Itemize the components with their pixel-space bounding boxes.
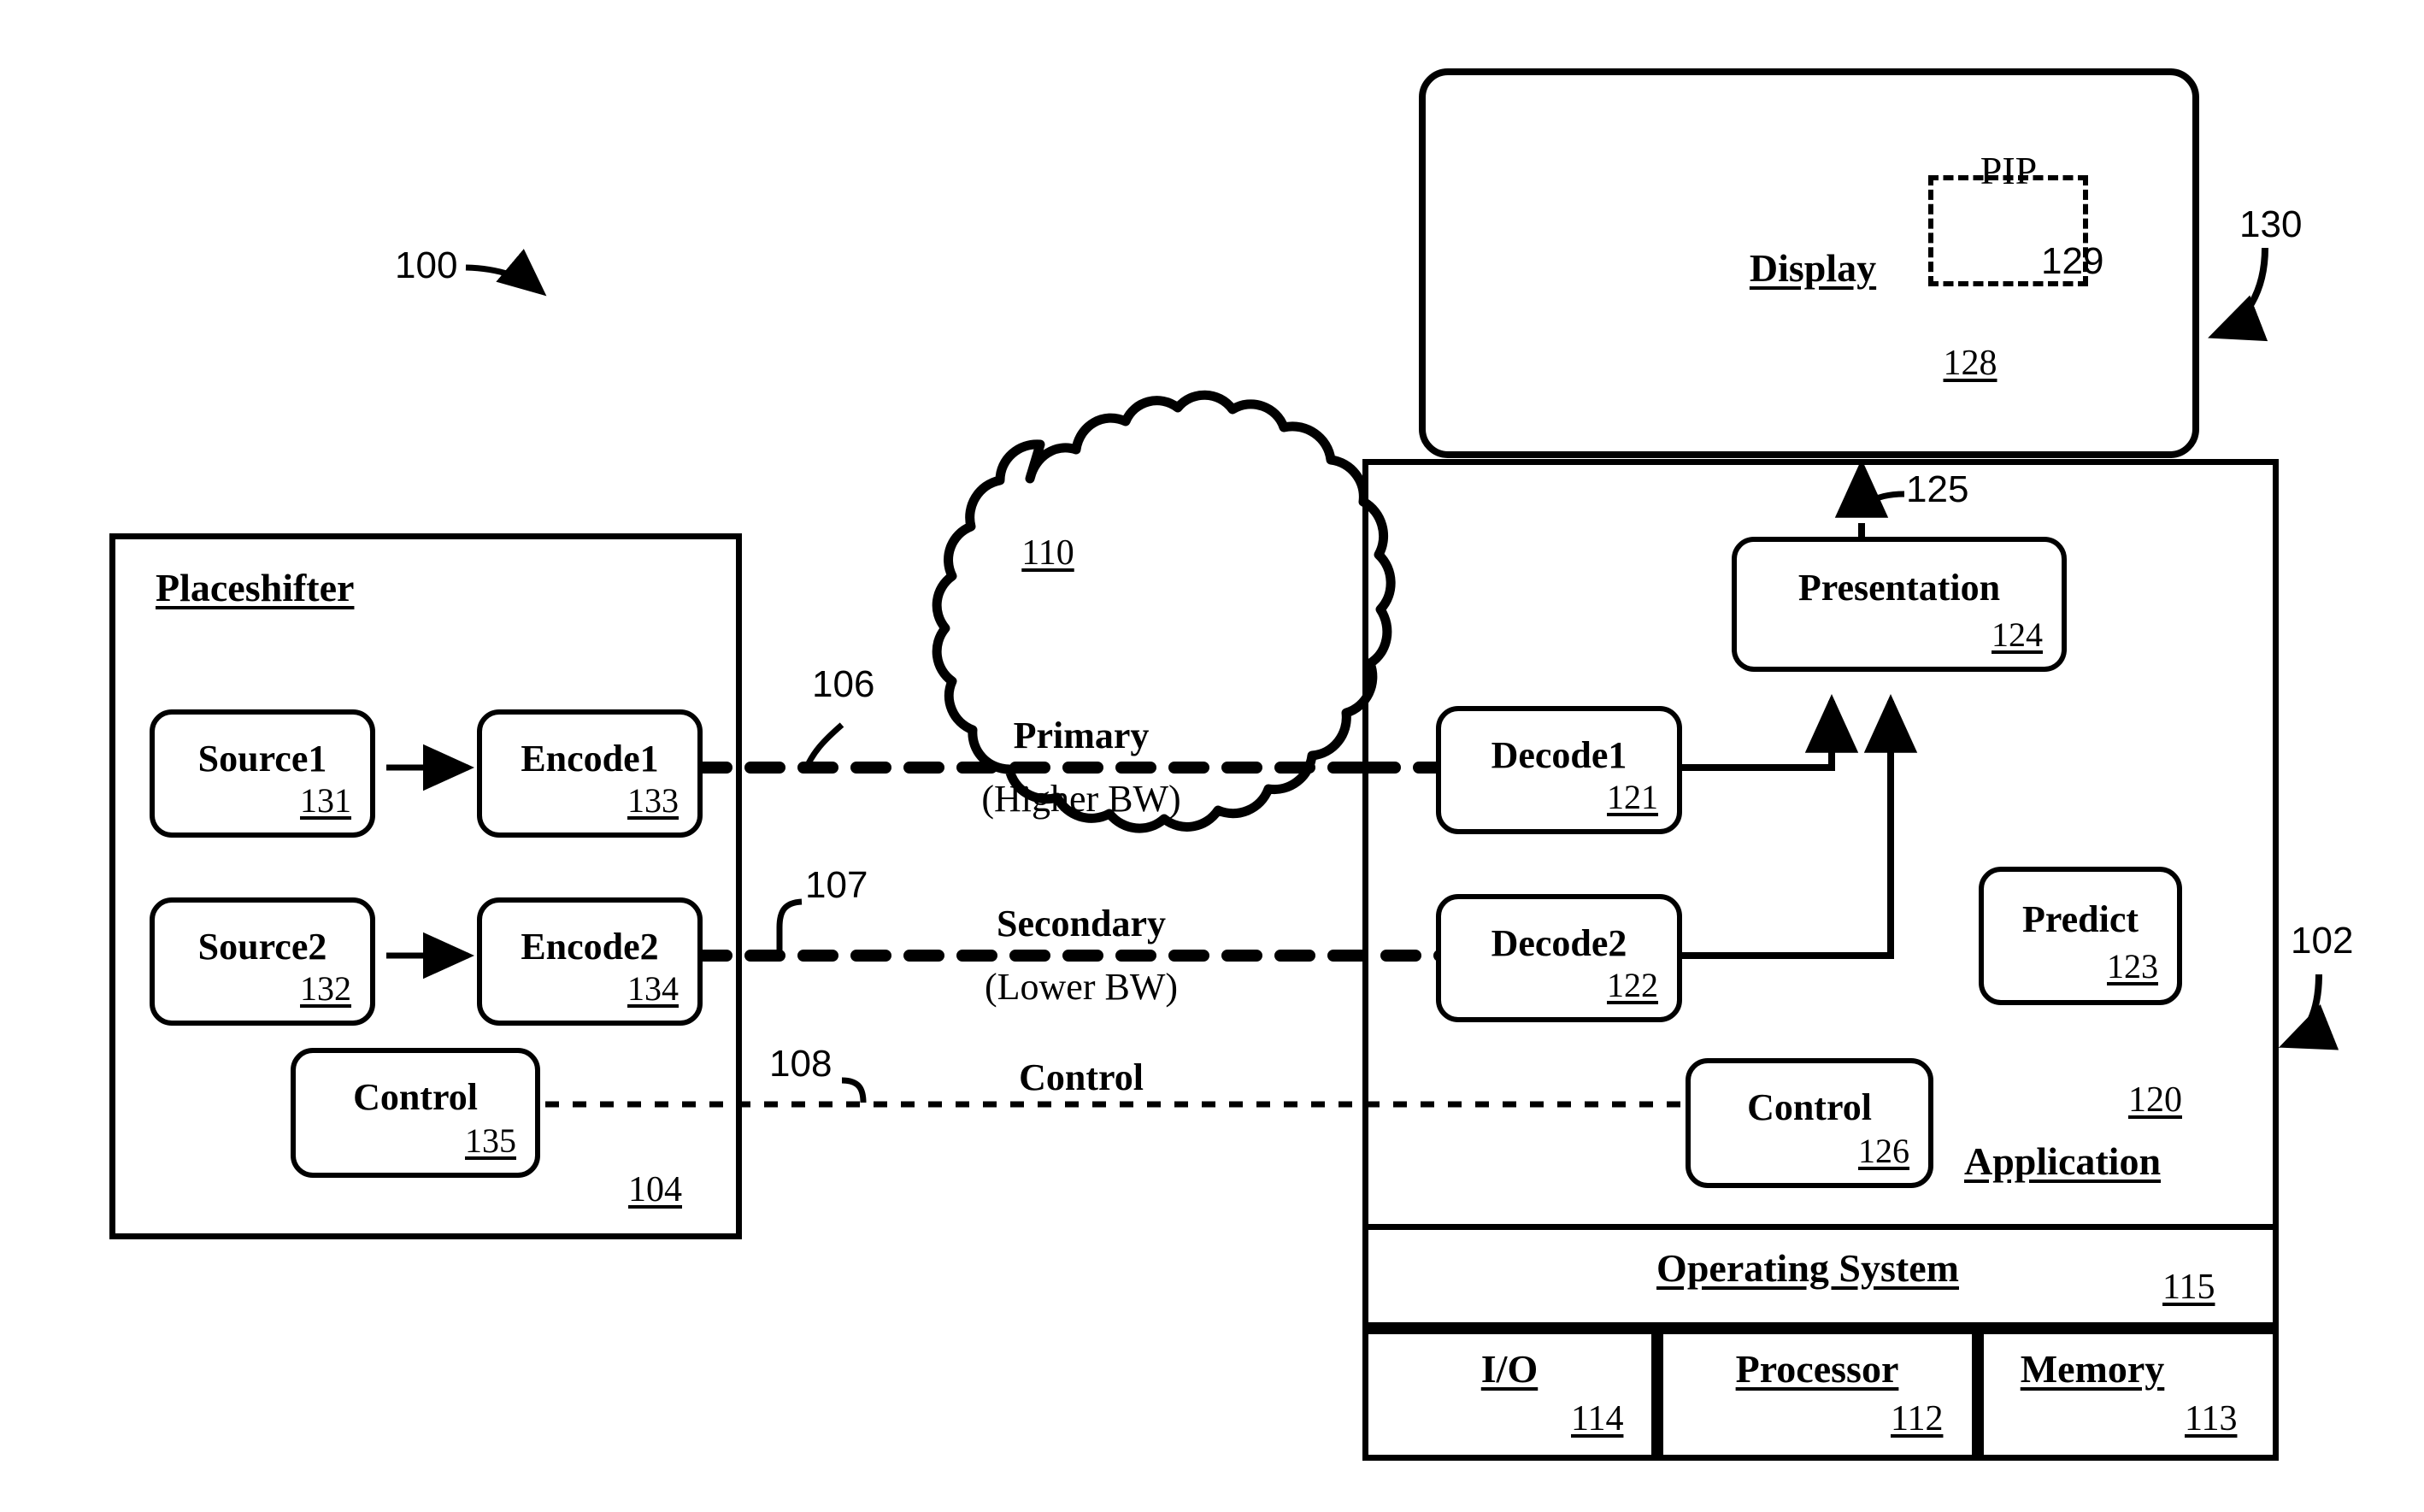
node-source2-ref: 132 [300, 969, 351, 1008]
node-encode1-ref: 133 [627, 781, 679, 820]
display-ref-128: 128 [1943, 344, 1997, 383]
network-cloud [932, 390, 1396, 833]
figure-ref-102: 102 [2291, 920, 2354, 962]
ref-arrow-102 [2279, 974, 2339, 1050]
memory-ref-113: 113 [2185, 1399, 2238, 1438]
channel-secondary-name: Secondary [997, 903, 1166, 944]
processor-title: Processor [1735, 1347, 1899, 1391]
node-encode1[interactable]: Encode1 133 [477, 709, 703, 838]
figure-ref-130: 130 [2239, 203, 2303, 245]
channel-secondary-detail: (Lower BW) [984, 966, 1179, 1008]
channel-secondary-ref: 107 [805, 864, 868, 906]
node-source2-label: Source2 [197, 926, 327, 968]
ref-leader-108 [841, 1077, 867, 1103]
processor-ref-112: 112 [1891, 1399, 1944, 1438]
placeshifter-title: Placeshifter [156, 566, 355, 609]
node-decode2-label: Decode2 [1491, 922, 1627, 964]
channel-control-name: Control [1019, 1056, 1144, 1098]
io-title: I/O [1480, 1347, 1539, 1391]
patent-figure-canvas: Placeshifter 104 Source1 131 Encode1 133… [0, 0, 2424, 1512]
node-encode2-ref: 134 [627, 969, 679, 1008]
ref-leader-106 [803, 722, 844, 768]
node-decode2[interactable]: Decode2 122 [1436, 894, 1682, 1022]
node-control-126-ref: 126 [1858, 1132, 1909, 1170]
io-ref-114: 114 [1571, 1399, 1624, 1438]
node-control-135-ref: 135 [465, 1121, 516, 1160]
network-ref-110: 110 [1021, 533, 1074, 573]
node-encode2[interactable]: Encode2 134 [477, 897, 703, 1026]
node-source1-label: Source1 [197, 738, 327, 780]
node-decode1-ref: 121 [1607, 778, 1658, 816]
node-control-126[interactable]: Control 126 [1686, 1058, 1933, 1188]
node-decode1-label: Decode1 [1491, 734, 1627, 776]
pip-label: PIP [1980, 149, 2038, 192]
node-source2[interactable]: Source2 132 [150, 897, 375, 1026]
placeshifter-ref: 104 [628, 1170, 682, 1209]
node-predict[interactable]: Predict 123 [1979, 867, 2182, 1005]
ref-leader-107 [776, 898, 803, 956]
node-decode1[interactable]: Decode1 121 [1436, 706, 1682, 834]
application-ref-120: 120 [2128, 1080, 2182, 1120]
channel-control-ref: 108 [769, 1043, 833, 1085]
ref-arrow-130 [2208, 247, 2268, 342]
node-control-126-label: Control [1747, 1086, 1872, 1128]
channel-primary-detail: (Higher BW) [981, 778, 1181, 820]
node-control-135-label: Control [353, 1076, 478, 1118]
node-encode1-label: Encode1 [521, 738, 659, 780]
node-decode2-ref: 122 [1607, 966, 1658, 1004]
node-presentation[interactable]: Presentation 124 [1732, 537, 2067, 672]
node-predict-ref: 123 [2107, 947, 2158, 985]
operating-system-title: Operating System [1656, 1246, 1959, 1290]
display-title: Display [1749, 246, 1877, 290]
memory-title: Memory [2020, 1347, 2165, 1391]
node-presentation-label: Presentation [1797, 567, 2001, 609]
node-encode2-label: Encode2 [521, 926, 659, 968]
presentation-link-ref-125: 125 [1906, 468, 1969, 510]
operating-system-ref-115: 115 [2162, 1268, 2215, 1307]
application-title: Application [1964, 1139, 2162, 1183]
node-source1[interactable]: Source1 131 [150, 709, 375, 838]
node-source1-ref: 131 [300, 781, 351, 820]
figure-ref-100: 100 [395, 244, 458, 286]
node-control-135[interactable]: Control 135 [291, 1048, 540, 1178]
node-presentation-ref: 124 [1992, 615, 2043, 654]
channel-primary-name: Primary [1013, 715, 1150, 756]
ref-arrow-100 [465, 249, 547, 297]
channel-primary-ref: 106 [812, 663, 875, 705]
node-predict-label: Predict [2021, 898, 2139, 940]
pip-ref-129: 129 [2041, 240, 2104, 282]
